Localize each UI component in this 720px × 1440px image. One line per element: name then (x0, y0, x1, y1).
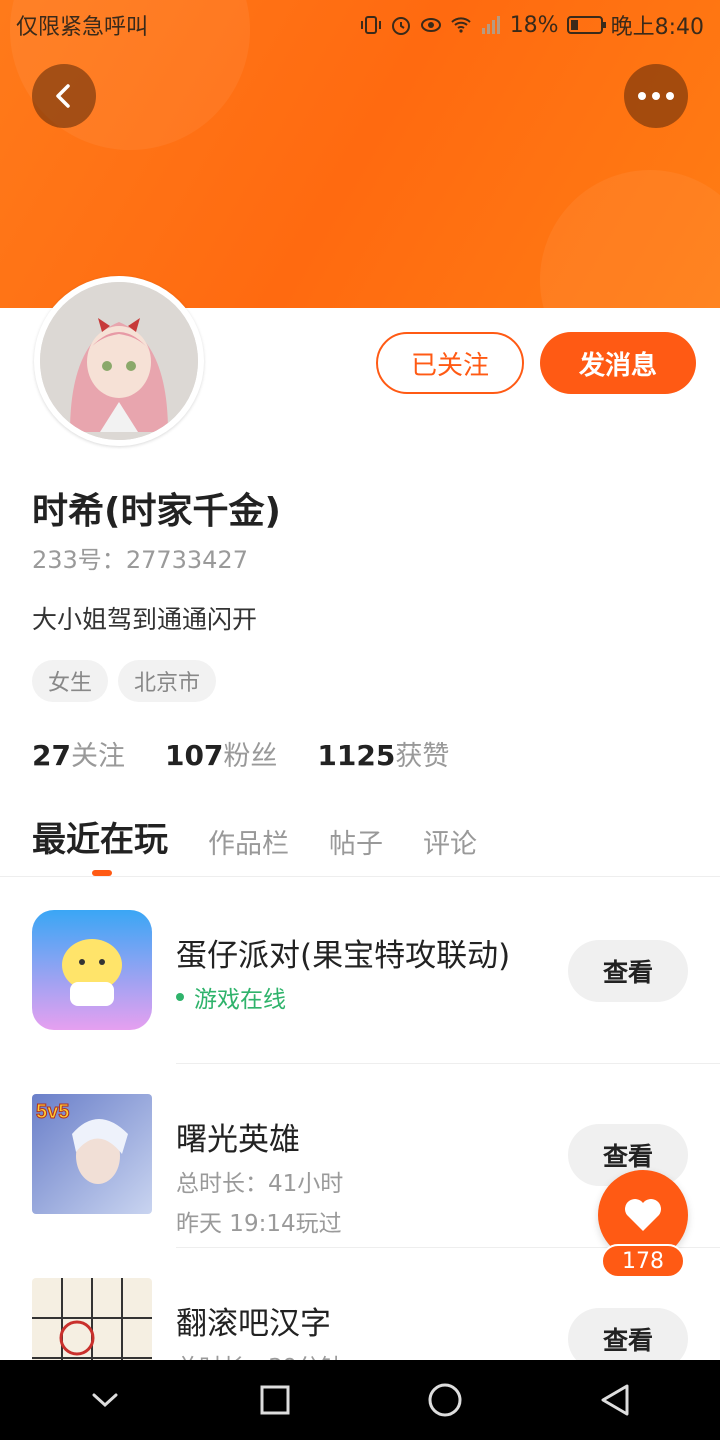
back-button[interactable] (32, 64, 96, 128)
profile-name: 时希(时家千金) (32, 491, 281, 532)
user-id-label: 233号： (32, 546, 126, 574)
game-icon: 5v5 (32, 1094, 152, 1214)
more-button[interactable] (624, 64, 688, 128)
nav-collapse-button[interactable] (65, 1360, 145, 1440)
tab-works[interactable]: 作品栏 (208, 822, 289, 861)
nav-recent-button[interactable] (235, 1360, 315, 1440)
stat-following[interactable]: 27关注 (32, 734, 125, 773)
tab-recent-played[interactable]: 最近在玩 (32, 812, 168, 861)
game-title: 曙光英雄 (176, 1122, 300, 1158)
game-last-played: 昨天 19:14玩过 (176, 1211, 342, 1237)
more-dots-icon (638, 92, 674, 100)
circle-icon (428, 1383, 462, 1417)
triangle-back-icon (601, 1384, 629, 1416)
tag-location: 北京市 (118, 660, 217, 702)
tag-gender: 女生 (32, 660, 109, 702)
game-duration: 总时长：41小时 (176, 1171, 344, 1197)
tab-posts[interactable]: 帖子 (329, 822, 383, 861)
heart-icon (625, 1199, 661, 1231)
battery-percent: 18% (509, 12, 559, 38)
chevron-down-icon (92, 1393, 118, 1408)
profile-tabs: 最近在玩 作品栏 帖子 评论 (32, 812, 477, 861)
game-title: 蛋仔派对(果宝特攻联动) (176, 938, 511, 974)
user-id: 233号：27733427 (32, 540, 248, 575)
send-message-button[interactable]: 发消息 (540, 332, 696, 394)
profile-stats: 27关注 107粉丝 1125获赞 (32, 734, 449, 773)
game-icon (32, 910, 152, 1030)
game-status: 游戏在线 (176, 980, 286, 1014)
game-title: 翻滚吧汉字 (176, 1306, 331, 1342)
eye-icon (420, 18, 441, 32)
system-nav-bar (0, 1360, 720, 1440)
signal-icon (481, 16, 500, 34)
list-item[interactable]: 蛋仔派对(果宝特攻联动) 游戏在线 查看 (0, 880, 720, 1064)
profile-bio: 大小姐驾到通通闪开 (32, 605, 258, 634)
divider (0, 876, 720, 877)
clock: 晚上8:40 (610, 15, 704, 40)
nav-back-button[interactable] (575, 1360, 655, 1440)
alarm-icon (391, 17, 410, 35)
status-bar: 仅限紧急呼叫 18% 晚上8:40 (0, 0, 720, 50)
vibrate-icon (360, 16, 381, 34)
like-count-badge: 178 (601, 1244, 685, 1278)
nav-home-button[interactable] (405, 1360, 485, 1440)
carrier-text: 仅限紧急呼叫 (16, 15, 149, 40)
avatar-image (40, 282, 198, 440)
wifi-icon (450, 17, 471, 33)
tab-comments[interactable]: 评论 (423, 822, 477, 861)
user-id-value: 27733427 (125, 546, 248, 574)
following-button[interactable]: 已关注 (376, 332, 524, 394)
battery-icon (566, 16, 606, 34)
square-icon (260, 1385, 290, 1415)
view-button[interactable]: 查看 (568, 940, 688, 1002)
chevron-left-icon (56, 84, 70, 108)
svg-text:5v5: 5v5 (36, 1101, 69, 1123)
profile-tags: 女生 北京市 (32, 660, 217, 702)
stat-likes: 1125获赞 (317, 739, 450, 772)
stat-fans[interactable]: 107粉丝 (165, 734, 277, 773)
avatar[interactable] (34, 276, 204, 446)
